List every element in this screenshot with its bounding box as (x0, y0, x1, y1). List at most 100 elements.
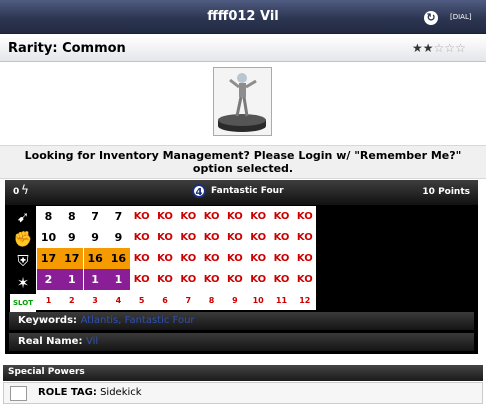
ko-cell: KO (296, 232, 313, 243)
figure-image[interactable] (213, 67, 272, 136)
damage-icon: ✶ (16, 274, 30, 292)
ko-cell: KO (226, 211, 243, 222)
stat-cell: 1 (83, 269, 107, 290)
slot-number: 10 (252, 296, 264, 305)
ko-cell: KO (203, 211, 220, 222)
star-filled-icon: ★ (412, 41, 423, 55)
defense-icon: ⛨ (17, 252, 29, 270)
keywords-row: Keywords: Atlantis, Fantastic Four (9, 312, 474, 330)
ko-cell: KO (273, 274, 290, 285)
ko-cell: KO (250, 232, 267, 243)
stat-cell: 7 (114, 210, 123, 223)
stat-cell: 1 (106, 269, 130, 290)
page-title: ffff012 Vil (207, 9, 279, 24)
dial-link[interactable]: [DIAL] (450, 13, 472, 21)
rarity-stars: ★★☆☆☆ (412, 41, 466, 55)
slot-number: 5 (138, 296, 145, 305)
role-tag-value: Sidekick (100, 387, 142, 398)
ko-cell: KO (157, 274, 173, 285)
ko-cell: KO (133, 253, 150, 264)
ko-cell: KO (250, 274, 267, 285)
keywords-label: Keywords: (18, 315, 78, 326)
ko-cell: KO (203, 253, 220, 264)
ko-cell: KO (226, 274, 243, 285)
stat-cell: 2 (37, 269, 60, 290)
cost-left: 0 (13, 187, 20, 197)
ko-cell: KO (273, 211, 290, 222)
ko-cell: KO (226, 253, 243, 264)
ko-cell: KO (180, 274, 197, 285)
stat-cell: 1 (60, 269, 84, 290)
dial-grid: 8 8 7 7 KO KO KO KO KO KO KO KO 10 9 9 9 KO KO KO KO KO KO KO K… (36, 206, 316, 310)
slot-number: 7 (185, 296, 192, 305)
stat-cell: 17 (60, 248, 84, 269)
ko-cell: KO (273, 253, 290, 264)
attack-icon: ✊ (13, 230, 33, 248)
special-powers-heading: Special Powers (3, 365, 483, 381)
slot-number: 9 (232, 296, 238, 305)
role-tag-label: ROLE TAG: (38, 387, 97, 398)
slot-number: 1 (45, 296, 52, 305)
ko-cell: KO (203, 274, 220, 285)
ko-cell: KO (296, 274, 313, 285)
slot-number: 3 (92, 296, 98, 305)
stat-cell: 9 (114, 231, 123, 244)
figure-area (0, 62, 486, 144)
star-filled-icon: ★ (422, 41, 434, 55)
title-bar: ffff012 Vil ↻ [DIAL] (0, 0, 486, 34)
stat-cell: 16 (83, 248, 107, 269)
ko-cell: KO (250, 211, 267, 222)
panel-header: 0 ϟ 4 Fantastic Four 10 Points (5, 180, 478, 205)
team-name: Fantastic Four (211, 186, 284, 196)
ko-cell: KO (273, 232, 290, 243)
dial-panel: 0 ϟ 4 Fantastic Four 10 Points ➹ ✊ ⛨ ✶ S… (5, 180, 478, 354)
ko-cell: KO (133, 274, 150, 285)
slot-label: SLOT (10, 294, 36, 312)
keyword-link[interactable]: Fantastic Four (125, 315, 195, 326)
ko-cell: KO (180, 253, 197, 264)
ko-cell: KO (157, 253, 173, 264)
stat-icons: ➹ ✊ ⛨ ✶ SLOT (10, 206, 36, 312)
slot-number: 6 (162, 296, 168, 305)
star-empty-icon: ☆ (433, 41, 445, 55)
refresh-icon[interactable]: ↻ (424, 11, 438, 25)
stat-cell: 9 (67, 231, 76, 244)
ko-cell: KO (250, 253, 267, 264)
stat-cell: 10 (40, 231, 57, 244)
stat-cell: 8 (44, 210, 53, 223)
real-name-row: Real Name: Vil (9, 333, 474, 351)
ko-cell: KO (133, 211, 150, 222)
login-message: Looking for Inventory Management? Please… (0, 145, 486, 179)
real-name-link[interactable]: Vil (86, 336, 98, 347)
slot-number: 4 (115, 296, 122, 305)
ko-cell: KO (203, 232, 220, 243)
ko-cell: KO (133, 232, 150, 243)
ko-cell: KO (226, 232, 243, 243)
stat-cell: 17 (37, 248, 60, 269)
bolt-icon: ϟ (21, 183, 29, 197)
ko-cell: KO (157, 211, 173, 222)
stat-cell: 16 (106, 248, 130, 269)
slot-number: 11 (275, 296, 288, 305)
keyword-link[interactable]: Atlantis (81, 315, 119, 326)
ko-cell: KO (296, 253, 313, 264)
ko-cell: KO (180, 232, 197, 243)
team-icon: 4 (192, 184, 206, 198)
stat-cell: 8 (67, 210, 76, 223)
star-empty-icon: ☆ (444, 41, 456, 55)
rarity-row: Rarity: Common ★★☆☆☆ (0, 36, 486, 62)
slot-number: 12 (299, 296, 311, 305)
ko-cell: KO (296, 211, 313, 222)
slot-number: 2 (69, 296, 75, 305)
role-tag: ROLE TAG: Sidekick (38, 387, 142, 398)
stat-cell: 9 (91, 231, 99, 244)
ko-cell: KO (157, 232, 173, 243)
star-empty-icon: ☆ (455, 41, 466, 55)
real-name-label: Real Name: (18, 336, 83, 347)
points-value: 10 Points (422, 187, 470, 197)
power-icon (10, 386, 27, 401)
slot-number: 8 (208, 296, 215, 305)
rarity-label: Rarity: Common (8, 41, 126, 56)
special-power-row: ROLE TAG: Sidekick (3, 382, 483, 404)
ko-cell: KO (180, 211, 197, 222)
